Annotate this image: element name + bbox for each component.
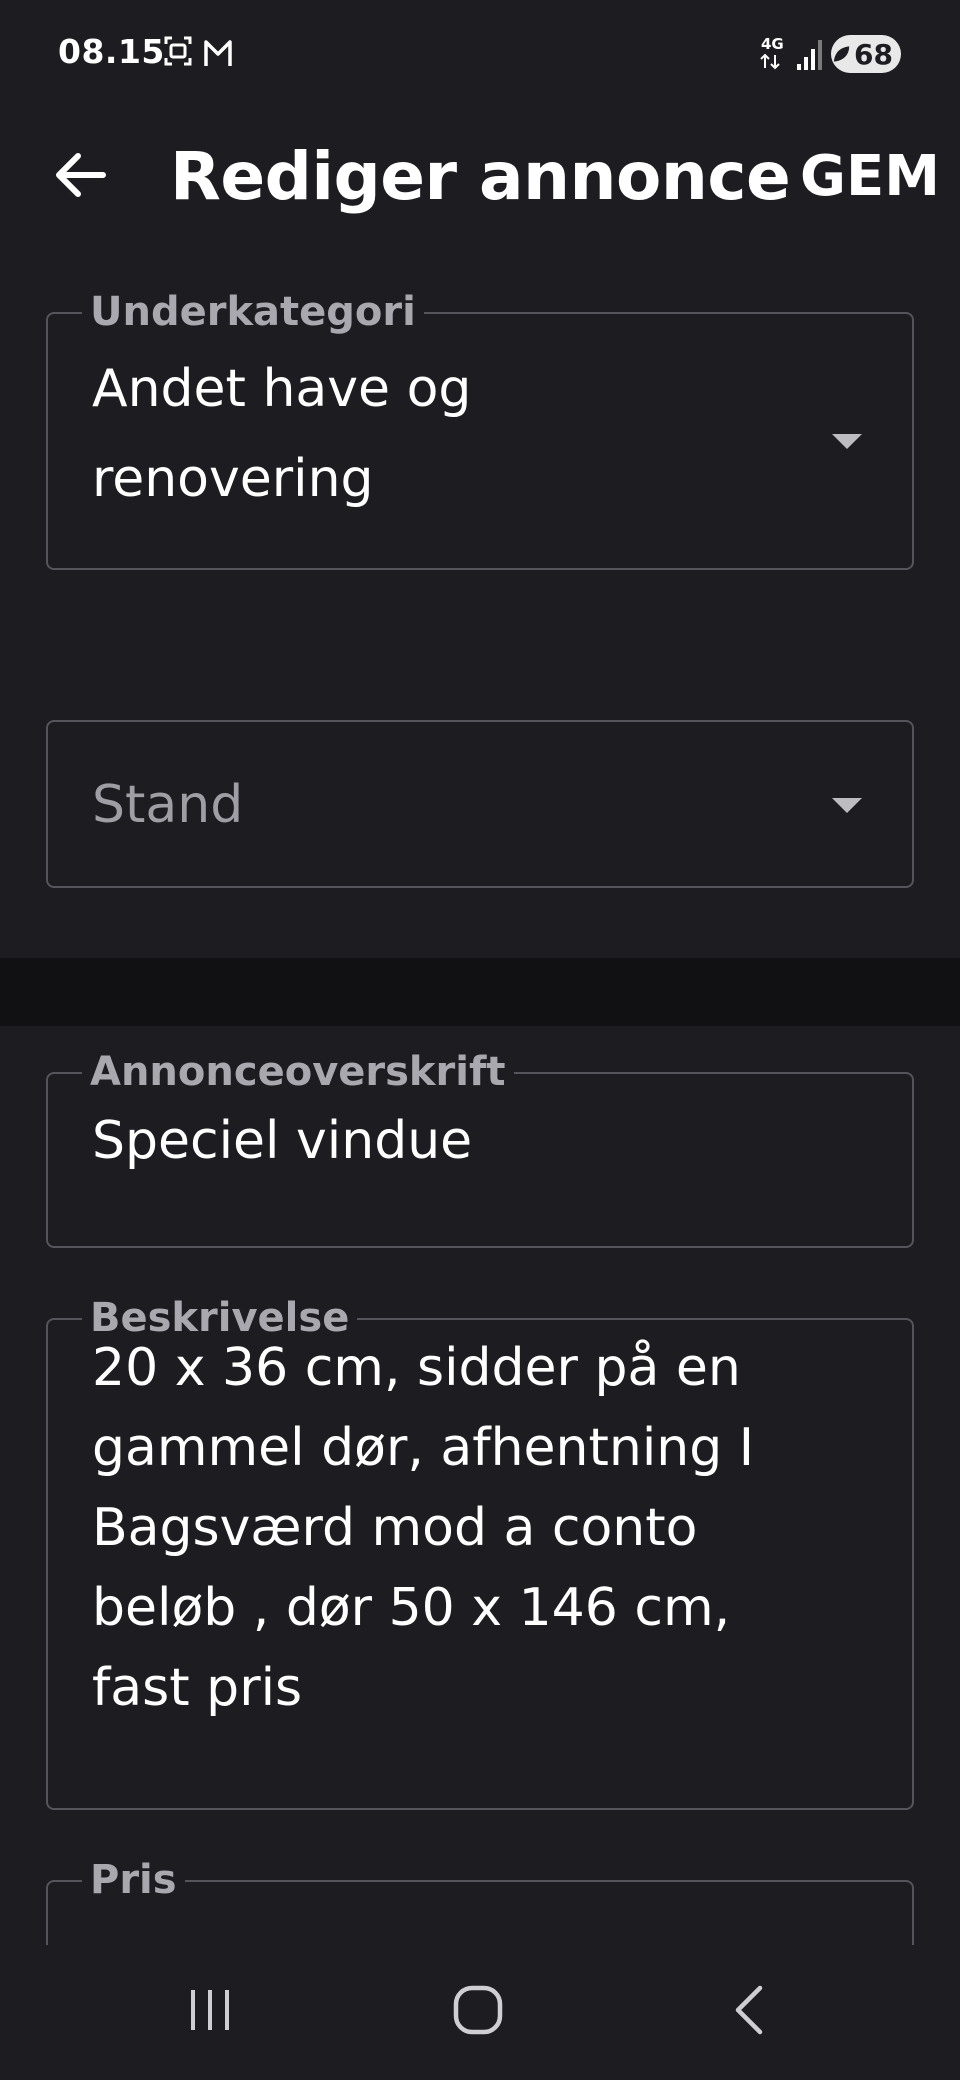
network-4g-icon: 4G [761,35,784,53]
subcategory-label: Underkategori [82,290,424,334]
gmail-icon [204,40,232,66]
network-arrows [760,53,780,70]
chevron-down-icon [832,798,862,813]
battery-saver-leaf-icon [833,46,850,62]
system-back-button[interactable] [690,1960,810,2060]
screenshot-icon [164,36,192,66]
description-line: gammel dør, afhentning I [92,1418,755,1478]
save-button[interactable]: GEM [800,132,940,222]
back-chevron-icon [735,1985,763,2035]
headline-value: Speciel vindue [92,1111,473,1171]
subcategory-dropdown[interactable]: Underkategori Andet have og renovering [46,290,914,570]
headline-field[interactable]: Annonceoverskrift Speciel vindue [46,1050,914,1248]
battery-level: 68 [854,37,893,71]
page-title: Rediger annonce [170,138,791,215]
condition-placeholder: Stand [92,775,244,835]
description-line: fast pris [92,1658,303,1718]
home-button[interactable] [418,1960,538,2060]
recents-button[interactable] [150,1960,270,2060]
battery-icon: 68 [831,35,901,73]
description-text: 20 x 36 cm, sidder på en gammel dør, afh… [92,1328,754,1728]
arrow-left-icon [56,153,106,197]
recents-icon [191,1990,229,2030]
status-left-icons [164,36,232,66]
price-label: Pris [82,1858,185,1902]
home-icon [453,1985,503,2035]
description-field[interactable]: Beskrivelse 20 x 36 cm, sidder på en gam… [46,1296,914,1810]
description-line: beløb , dør 50 x 146 cm, [92,1578,731,1638]
section-divider [0,958,960,1026]
signal-icon [797,40,822,70]
subcategory-value-line2: renovering [92,449,374,509]
chevron-down-icon [832,434,862,449]
condition-dropdown[interactable]: Stand [46,720,914,888]
subcategory-value-line1: Andet have og [92,359,472,419]
headline-label: Annonceoverskrift [82,1050,514,1094]
status-time: 08.15 [58,32,165,71]
description-line: Bagsværd mod a conto [92,1498,698,1558]
back-button[interactable] [40,130,120,220]
description-line: 20 x 36 cm, sidder på en [92,1338,741,1398]
